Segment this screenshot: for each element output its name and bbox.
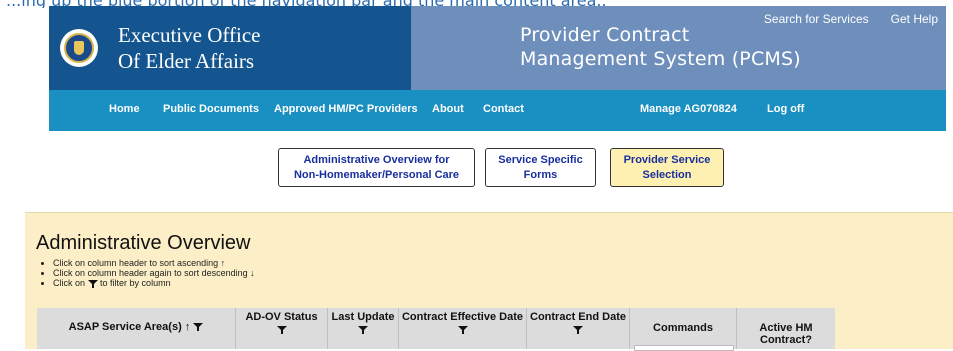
nav-contact[interactable]: Contact bbox=[483, 103, 524, 115]
filter-icon[interactable] bbox=[573, 325, 583, 335]
column-header-active-hm-contract[interactable]: Active HM Contract? bbox=[737, 308, 835, 349]
column-header-label: Contract End Date bbox=[530, 311, 626, 323]
nav-log-off[interactable]: Log off bbox=[767, 103, 804, 115]
tab-label-line2: Selection bbox=[642, 168, 692, 181]
column-header-label: Last Update bbox=[331, 311, 395, 323]
agency-brand[interactable]: Executive Office Of Elder Affairs bbox=[49, 6, 411, 90]
column-header-label: AD-OV Status bbox=[245, 311, 318, 323]
system-banner: Provider Contract Management System (PCM… bbox=[411, 6, 946, 90]
instruction-item: Click on column header to sort ascending… bbox=[53, 258, 255, 268]
filter-icon[interactable] bbox=[276, 325, 287, 335]
site-header: Executive Office Of Elder Affairs Provid… bbox=[49, 6, 946, 90]
instruction-text: to filter by column bbox=[100, 278, 171, 288]
column-header-label: Contract Effective Date bbox=[401, 311, 524, 323]
nav-approved-providers[interactable]: Approved HM/PC Providers bbox=[274, 103, 418, 115]
instruction-item: Click on column header again to sort des… bbox=[53, 268, 255, 278]
utility-links: Search for Services Get Help bbox=[764, 12, 938, 26]
system-title-line1: Provider Contract bbox=[520, 24, 690, 46]
nav-public-documents[interactable]: Public Documents bbox=[163, 103, 259, 115]
tab-label-line2: Non-Homemaker/Personal Care bbox=[293, 168, 460, 181]
tab-label-line1: Service Specific bbox=[498, 153, 583, 166]
filter-icon[interactable] bbox=[358, 325, 368, 335]
search-for-services-link[interactable]: Search for Services bbox=[764, 12, 869, 26]
agency-name: Executive Office Of Elder Affairs bbox=[118, 22, 260, 74]
instruction-item: Click on to filter by column bbox=[53, 278, 255, 289]
nav-about[interactable]: About bbox=[432, 103, 464, 115]
instruction-text: Click on bbox=[53, 278, 86, 288]
system-title-line2: Management System (PCMS) bbox=[520, 48, 801, 70]
commands-select[interactable] bbox=[634, 345, 734, 351]
column-header-label: Active HM Contract? bbox=[759, 322, 813, 346]
nav-home[interactable]: Home bbox=[109, 103, 140, 115]
tab-service-specific-forms[interactable]: Service Specific Forms bbox=[485, 148, 596, 187]
page-title: Administrative Overview bbox=[36, 232, 251, 254]
system-title: Provider Contract Management System (PCM… bbox=[520, 23, 801, 71]
agency-name-line2: Of Elder Affairs bbox=[118, 49, 255, 73]
tab-label-line2: Forms bbox=[523, 168, 558, 181]
filter-icon bbox=[87, 279, 98, 289]
state-seal-icon bbox=[60, 29, 98, 67]
tab-label-line1: Administrative Overview for bbox=[303, 153, 450, 166]
column-header-last-update[interactable]: Last Update bbox=[328, 308, 399, 349]
tab-administrative-overview[interactable]: Administrative Overview for Non-Homemake… bbox=[278, 148, 475, 187]
column-header-contract-effective-date[interactable]: Contract Effective Date bbox=[399, 308, 527, 349]
tab-provider-service-selection[interactable]: Provider Service Selection bbox=[610, 148, 724, 187]
column-header-contract-end-date[interactable]: Contract End Date bbox=[527, 308, 630, 349]
column-header-label: Commands bbox=[653, 322, 713, 334]
main-nav: Home Public Documents Approved HM/PC Pro… bbox=[49, 90, 946, 131]
instructions-list: Click on column header to sort ascending… bbox=[53, 258, 255, 289]
table-header-row: ASAP Service Area(s) ↑ AD-OV Status Last… bbox=[37, 308, 835, 349]
column-header-asap-service-area[interactable]: ASAP Service Area(s) ↑ bbox=[37, 308, 236, 349]
column-header-ad-ov-status[interactable]: AD-OV Status bbox=[236, 308, 328, 349]
filter-icon[interactable] bbox=[457, 325, 468, 335]
column-header-commands: Commands bbox=[630, 308, 737, 349]
filter-icon[interactable] bbox=[193, 322, 204, 332]
tab-label-line1: Provider Service bbox=[623, 153, 711, 166]
agency-name-line1: Executive Office bbox=[118, 23, 261, 47]
nav-manage-account[interactable]: Manage AG070824 bbox=[640, 103, 737, 115]
get-help-link[interactable]: Get Help bbox=[891, 12, 938, 26]
column-header-label: ASAP Service Area(s) ↑ bbox=[68, 321, 191, 333]
